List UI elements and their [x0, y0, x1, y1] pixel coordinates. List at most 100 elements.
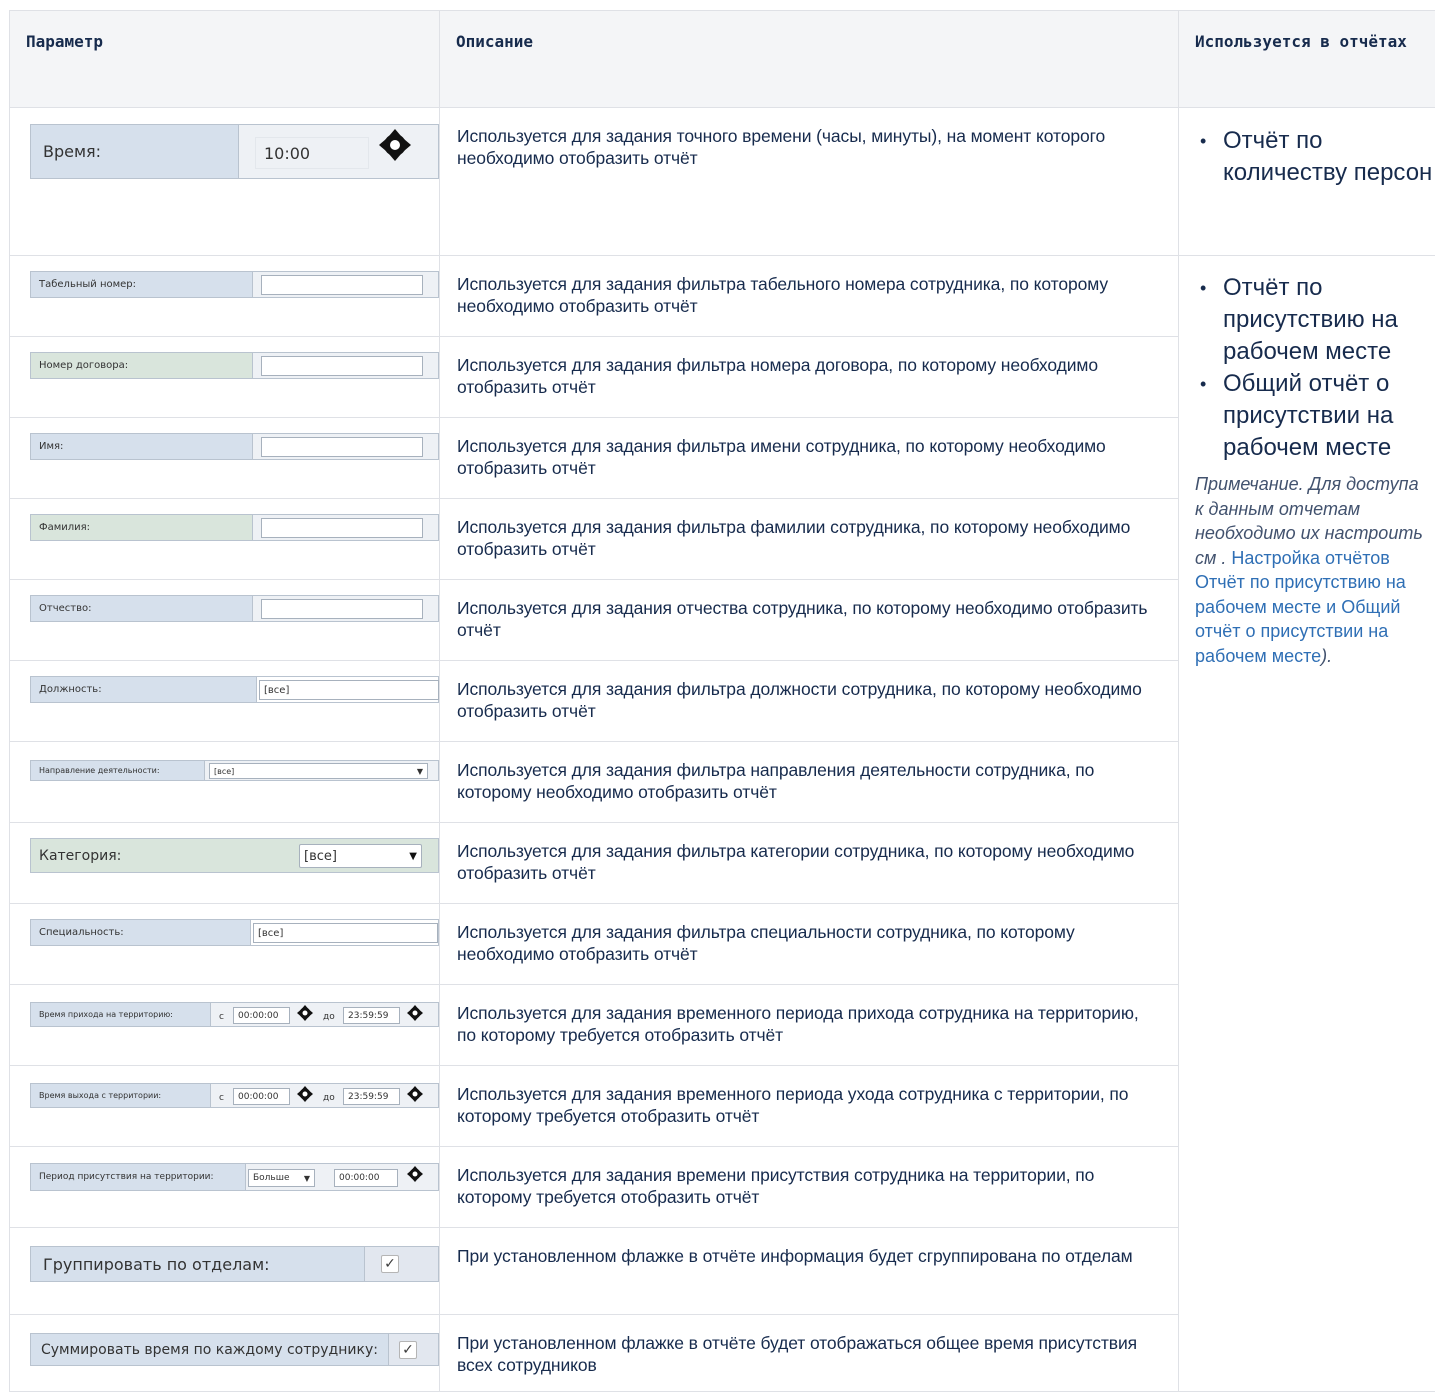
to-label: до	[323, 1012, 335, 1022]
desc-cell: Используется для задания фильтра фамилии…	[440, 499, 1179, 580]
spinner-icon[interactable]	[379, 129, 411, 161]
desc-cell: Используется для задания времени присутс…	[440, 1147, 1179, 1228]
desc-cell: Используется для задания фильтра номера …	[440, 337, 1179, 418]
widget-label: Группировать по отделам:	[31, 1247, 365, 1281]
param-cell: Группировать по отделам: ✓	[10, 1228, 440, 1315]
widget-label: Период присутствия на территории:	[31, 1164, 246, 1190]
specialty-widget: Специальность: [все]	[30, 919, 439, 946]
desc-cell: Используется для задания фильтра табельн…	[440, 256, 1179, 337]
to-label: до	[323, 1093, 335, 1103]
param-cell-time: Время: 10:00	[10, 108, 440, 256]
header-desc: Описание	[440, 11, 1179, 108]
specialty-select[interactable]: [все]	[253, 923, 438, 943]
departure-to-input[interactable]: 23:59:59	[343, 1088, 400, 1105]
widget-label: Должность:	[31, 677, 257, 702]
widget-label: Направление деятельности:	[31, 761, 205, 780]
desc-cell: Используется для задания точного времени…	[440, 108, 1179, 256]
desc-cell: При установленном флажке в отчёте информ…	[440, 1228, 1179, 1315]
contract-number-input[interactable]	[261, 356, 423, 376]
param-cell: Специальность: [все]	[10, 904, 440, 985]
parameters-table: Параметр Описание Используется в отчётах…	[9, 10, 1435, 1392]
used-cell-2: Отчёт по присутствию на рабочем месте Об…	[1179, 256, 1435, 1392]
presence-time-input[interactable]: 00:00:00	[334, 1169, 398, 1187]
arrival-from-input[interactable]: 00:00:00	[233, 1007, 290, 1024]
position-select[interactable]: [все]	[259, 680, 439, 700]
departure-time-widget: Время выхода с территории: с 00:00:00 до…	[30, 1083, 439, 1108]
presence-period-widget: Период присутствия на территории: Больше…	[30, 1163, 439, 1191]
param-cell: Должность: [все]	[10, 661, 440, 742]
activity-direction-select[interactable]: [все]▼	[209, 763, 428, 779]
param-cell: Имя:	[10, 418, 440, 499]
widget-label: Время выхода с территории:	[31, 1084, 211, 1107]
first-name-input[interactable]	[261, 437, 423, 457]
desc-cell: Используется для задания отчества сотруд…	[440, 580, 1179, 661]
last-name-input[interactable]	[261, 518, 423, 538]
patronymic-widget: Отчество:	[30, 595, 439, 622]
presence-comparison-select[interactable]: Больше▼	[248, 1169, 315, 1187]
desc-cell: Используется для задания временного пери…	[440, 985, 1179, 1066]
spinner-icon[interactable]	[297, 1005, 313, 1021]
used-cell-1: Отчёт по количеству персон	[1179, 108, 1435, 256]
time-input[interactable]: 10:00	[255, 137, 369, 169]
param-cell: Суммировать время по каждому сотруднику:…	[10, 1315, 440, 1392]
group-by-departments-widget: Группировать по отделам: ✓	[30, 1246, 439, 1282]
desc-cell: При установленном флажке в отчёте будет …	[440, 1315, 1179, 1392]
header-param: Параметр	[10, 11, 440, 108]
used-item: Общий отчёт о присутствии на рабочем мес…	[1179, 368, 1435, 464]
sum-time-widget: Суммировать время по каждому сотруднику:…	[30, 1333, 439, 1366]
param-cell: Фамилия:	[10, 499, 440, 580]
patronymic-input[interactable]	[261, 599, 423, 619]
group-checkbox[interactable]: ✓	[381, 1255, 399, 1273]
desc-cell: Используется для задания фильтра специал…	[440, 904, 1179, 985]
category-select[interactable]: [все]▼	[299, 844, 422, 868]
widget-label: Номер договора:	[31, 353, 253, 378]
param-cell: Табельный номер:	[10, 256, 440, 337]
widget-label: Табельный номер:	[31, 272, 253, 297]
first-name-widget: Имя:	[30, 433, 439, 460]
personnel-number-widget: Табельный номер:	[30, 271, 439, 298]
widget-label: Отчество:	[31, 596, 253, 621]
chevron-down-icon: ▼	[417, 767, 423, 776]
spinner-icon[interactable]	[407, 1005, 423, 1021]
used-item: Отчёт по количеству персон	[1179, 125, 1435, 189]
note: Примечание. Для доступа к данным отчетам…	[1179, 464, 1435, 668]
time-widget: Время: 10:00	[30, 124, 439, 179]
contract-number-widget: Номер договора:	[30, 352, 439, 379]
used-item: Отчёт по присутствию на рабочем месте	[1179, 272, 1435, 368]
personnel-number-input[interactable]	[261, 275, 423, 295]
desc-cell: Используется для задания фильтра категор…	[440, 823, 1179, 904]
desc-cell: Используется для задания временного пери…	[440, 1066, 1179, 1147]
from-label: с	[219, 1093, 224, 1103]
param-cell: Период присутствия на территории: Больше…	[10, 1147, 440, 1228]
arrival-time-widget: Время прихода на территорию: с 00:00:00 …	[30, 1002, 439, 1027]
widget-label: Фамилия:	[31, 515, 253, 540]
widget-label: Суммировать время по каждому сотруднику:	[31, 1334, 389, 1365]
settings-link[interactable]: Настройка отчётов Отчёт по присутствию н…	[1195, 548, 1406, 666]
param-cell: Время прихода на территорию: с 00:00:00 …	[10, 985, 440, 1066]
param-cell: Отчество:	[10, 580, 440, 661]
param-cell: Номер договора:	[10, 337, 440, 418]
arrival-to-input[interactable]: 23:59:59	[343, 1007, 400, 1024]
activity-direction-widget: Направление деятельности: [все]▼	[30, 760, 439, 781]
widget-label: Специальность:	[31, 920, 251, 945]
from-label: с	[219, 1012, 224, 1022]
param-cell: Направление деятельности: [все]▼	[10, 742, 440, 823]
param-cell: Время выхода с территории: с 00:00:00 до…	[10, 1066, 440, 1147]
spinner-icon[interactable]	[407, 1166, 423, 1182]
widget-label: Категория:	[31, 839, 299, 872]
desc-cell: Используется для задания фильтра имени с…	[440, 418, 1179, 499]
sum-checkbox[interactable]: ✓	[399, 1341, 417, 1359]
last-name-widget: Фамилия:	[30, 514, 439, 541]
time-label: Время:	[31, 125, 239, 178]
chevron-down-icon: ▼	[409, 851, 417, 862]
category-widget: Категория: [все]▼	[30, 838, 439, 873]
param-cell: Категория: [все]▼	[10, 823, 440, 904]
position-widget: Должность: [все]	[30, 676, 439, 703]
desc-cell: Используется для задания фильтра должнос…	[440, 661, 1179, 742]
widget-label: Имя:	[31, 434, 253, 459]
desc-cell: Используется для задания фильтра направл…	[440, 742, 1179, 823]
widget-label: Время прихода на территорию:	[31, 1003, 211, 1026]
departure-from-input[interactable]: 00:00:00	[233, 1088, 290, 1105]
spinner-icon[interactable]	[297, 1086, 313, 1102]
spinner-icon[interactable]	[407, 1086, 423, 1102]
